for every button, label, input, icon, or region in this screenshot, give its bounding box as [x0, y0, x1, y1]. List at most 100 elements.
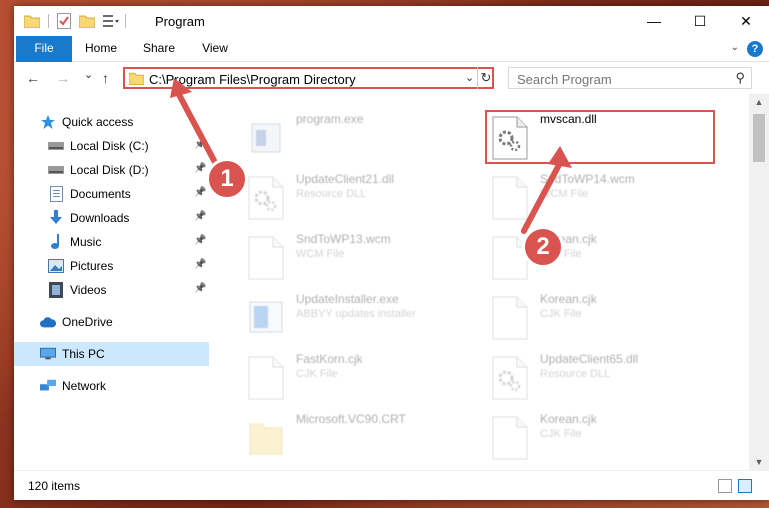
sidebar-item-label: Music [70, 235, 102, 249]
sidebar-item-local-disk-c[interactable]: Local Disk (C:) 📌 [14, 134, 209, 158]
sidebar-item-music[interactable]: Music 📌 [14, 230, 209, 254]
details-view-icon[interactable] [718, 479, 732, 493]
file-type: CJK File [296, 368, 338, 380]
toolbar-divider [48, 14, 49, 28]
status-bar: 120 items [14, 470, 769, 500]
sidebar-item-pictures[interactable]: Pictures 📌 [14, 254, 209, 278]
sidebar-item-label: Network [62, 379, 107, 393]
file-icon [492, 176, 528, 220]
scroll-down-icon[interactable]: ▼ [749, 454, 769, 470]
minimize-button[interactable]: — [631, 6, 677, 36]
sidebar-item-documents[interactable]: Documents 📌 [14, 182, 209, 206]
sidebar-item-this-pc[interactable]: This PC [14, 342, 209, 366]
expand-ribbon-icon[interactable]: ⌄ [731, 42, 739, 53]
annotation-badge-1: 1 [206, 158, 248, 200]
tab-share[interactable]: Share [136, 36, 182, 61]
file-item[interactable]: UpdateClient65.dll Resource DLL [492, 352, 732, 404]
file-name: Microsoft.VC90.CRT [296, 412, 406, 426]
file-item[interactable]: UpdateClient21.dll Resource DLL [248, 172, 478, 224]
file-name: UpdateInstaller.exe [296, 292, 399, 306]
large-icons-view-icon[interactable] [738, 479, 752, 493]
tab-view[interactable]: View [192, 36, 238, 61]
file-type: Resource DLL [296, 188, 367, 200]
dll-icon [492, 116, 528, 160]
navigation-pane: Quick access Local Disk (C:) 📌 Local Disk (… [14, 94, 209, 470]
sidebar-item-network[interactable]: Network [14, 374, 209, 398]
file-item[interactable]: FastKorn.cjk CJK File [248, 352, 478, 404]
file-item[interactable]: Microsoft.VC90.CRT [248, 412, 478, 464]
folder-icon [24, 15, 40, 28]
file-icon [492, 416, 528, 460]
pin-icon[interactable]: 📌 [194, 163, 206, 174]
folder-icon [248, 416, 284, 460]
address-dropdown-icon[interactable]: ⌄ [465, 71, 474, 84]
arrow-1-head-icon [170, 78, 192, 98]
up-button[interactable]: ↑ [102, 70, 109, 86]
file-name: Korean.cjk [540, 292, 597, 306]
dll-icon [248, 176, 284, 220]
scrollbar-thumb[interactable] [753, 114, 765, 162]
close-button[interactable]: ✕ [723, 6, 769, 36]
file-item[interactable]: mvscan.dll [492, 112, 732, 164]
maximize-button[interactable]: ☐ [677, 6, 723, 36]
file-name: UpdateClient65.dll [540, 352, 639, 366]
file-item[interactable]: program.exe [248, 112, 478, 164]
scroll-up-icon[interactable]: ▲ [749, 94, 769, 110]
explorer-window: Program — ☐ ✕ File Home Share View ⌄ ? ←… [14, 6, 769, 500]
properties-icon[interactable] [57, 13, 71, 29]
sidebar-item-label: Local Disk (D:) [70, 163, 149, 177]
computer-icon [40, 346, 56, 362]
search-input[interactable] [515, 69, 719, 89]
search-box[interactable]: ⚲ [508, 67, 752, 89]
sidebar-item-label: Quick access [62, 115, 134, 129]
file-list: program.exe mvscan.dll UpdateClient21.dll R… [210, 94, 748, 470]
file-name: SndToWP13.wcm [296, 232, 391, 246]
forward-button[interactable]: → [56, 70, 70, 86]
navigation-bar: ← → ⌄ ↑ C:\Program Files\Program Directo… [14, 62, 769, 94]
search-icon[interactable]: ⚲ [735, 70, 745, 86]
sidebar-item-label: Local Disk (C:) [70, 139, 149, 153]
arrow-2-head-icon [548, 146, 572, 168]
sidebar-item-label: This PC [62, 347, 105, 361]
sidebar-item-videos[interactable]: Videos 📌 [14, 278, 209, 302]
ribbon-tabs: File Home Share View ⌄ ? [14, 36, 769, 88]
pin-icon[interactable]: 📌 [194, 235, 206, 246]
window-title: Program [155, 14, 205, 29]
sidebar-item-downloads[interactable]: Downloads 📌 [14, 206, 209, 230]
videos-icon [48, 282, 64, 298]
sidebar-item-onedrive[interactable]: OneDrive [14, 310, 209, 334]
pin-icon[interactable]: 📌 [194, 259, 206, 270]
pictures-icon [48, 258, 64, 274]
new-folder-icon[interactable] [79, 14, 95, 28]
file-item[interactable]: SndToWP13.wcm WCM File [248, 232, 478, 284]
sidebar-item-local-disk-d[interactable]: Local Disk (D:) 📌 [14, 158, 209, 182]
recent-locations-button[interactable]: ⌄ [84, 68, 93, 81]
pin-icon[interactable]: 📌 [194, 283, 206, 294]
file-type: CJK File [540, 308, 582, 320]
file-item[interactable]: Korean.cjk CJK File [492, 292, 732, 344]
sidebar-item-quick-access[interactable]: Quick access [14, 110, 209, 134]
pin-icon[interactable]: 📌 [194, 187, 206, 198]
toolbar-divider [125, 14, 126, 28]
vertical-scrollbar[interactable]: ▲ ▼ [749, 94, 769, 470]
help-button[interactable]: ? [747, 41, 763, 57]
sidebar-item-label: OneDrive [62, 315, 113, 329]
tab-home[interactable]: Home [78, 36, 124, 61]
file-icon [248, 236, 284, 280]
file-type: CJK File [540, 428, 582, 440]
file-icon [492, 296, 528, 340]
sidebar-item-label: Documents [70, 187, 131, 201]
title-bar: Program — ☐ ✕ [14, 6, 769, 36]
back-button[interactable]: ← [26, 70, 40, 86]
exe-icon [248, 116, 284, 160]
documents-icon [48, 186, 64, 202]
refresh-icon[interactable]: ↻ [477, 67, 494, 89]
installer-icon [248, 296, 284, 340]
customize-icon[interactable] [103, 14, 119, 28]
pin-icon[interactable]: 📌 [194, 211, 206, 222]
item-count: 120 items [28, 479, 81, 493]
file-type: Resource DLL [540, 368, 611, 380]
file-item[interactable]: UpdateInstaller.exe ABBYY updates install… [248, 292, 478, 344]
sidebar-item-label: Pictures [70, 259, 114, 273]
file-item[interactable]: Korean.cjk CJK File [492, 412, 732, 464]
